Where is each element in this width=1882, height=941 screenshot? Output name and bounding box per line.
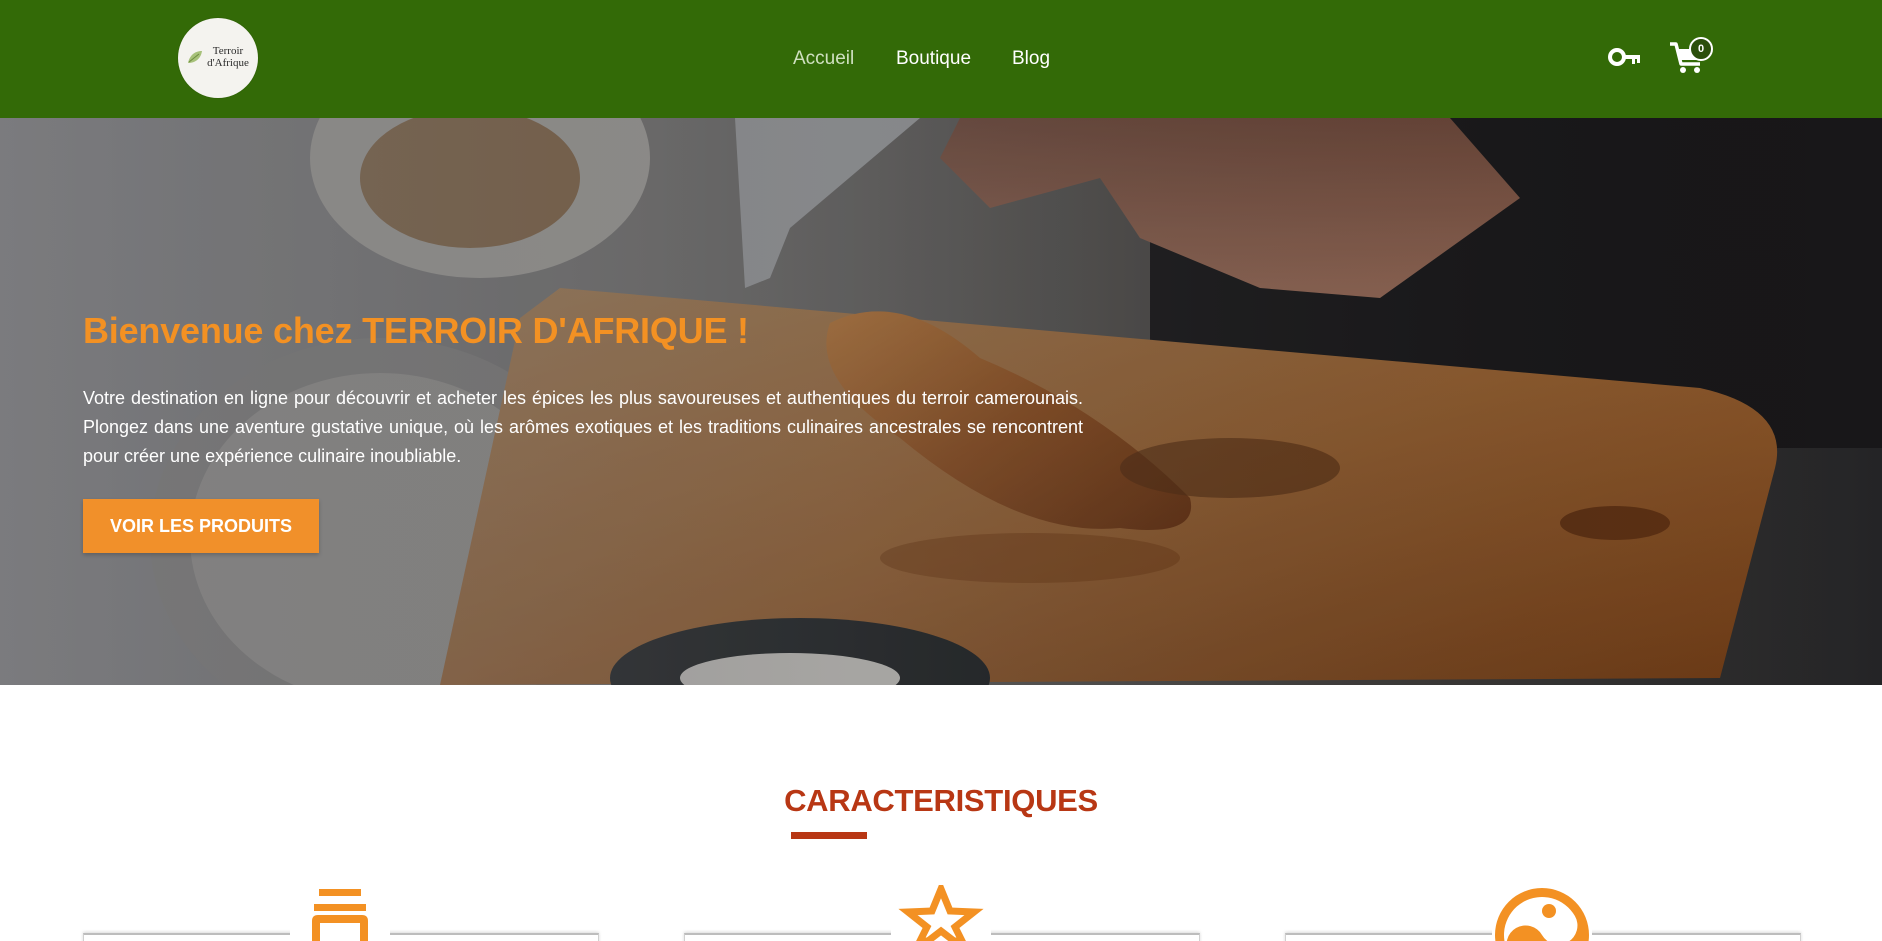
view-products-button[interactable]: VOIR LES PRODUITS bbox=[83, 499, 319, 553]
hero-banner: Bienvenue chez TERROIR D'AFRIQUE ! Votre… bbox=[0, 118, 1882, 685]
nav-accueil[interactable]: Accueil bbox=[793, 48, 854, 70]
key-icon[interactable] bbox=[1608, 45, 1642, 69]
nav-blog[interactable]: Blog bbox=[1012, 48, 1050, 70]
site-header: Terroir d'Afrique Accueil Boutique Blog … bbox=[0, 0, 1882, 118]
jar-icon bbox=[290, 885, 390, 941]
nav-boutique[interactable]: Boutique bbox=[896, 48, 971, 70]
star-icon bbox=[891, 879, 991, 941]
cart-count-badge: 0 bbox=[1689, 37, 1713, 61]
hero-title: Bienvenue chez TERROIR D'AFRIQUE ! bbox=[83, 310, 749, 351]
main-nav: Accueil Boutique Blog bbox=[0, 48, 1882, 72]
yin-yang-icon bbox=[1492, 885, 1592, 941]
features-title: CARACTERISTIQUES bbox=[784, 783, 1098, 818]
features-title-underline bbox=[791, 832, 867, 839]
hero-description: Votre destination en ligne pour découvri… bbox=[83, 388, 1083, 466]
